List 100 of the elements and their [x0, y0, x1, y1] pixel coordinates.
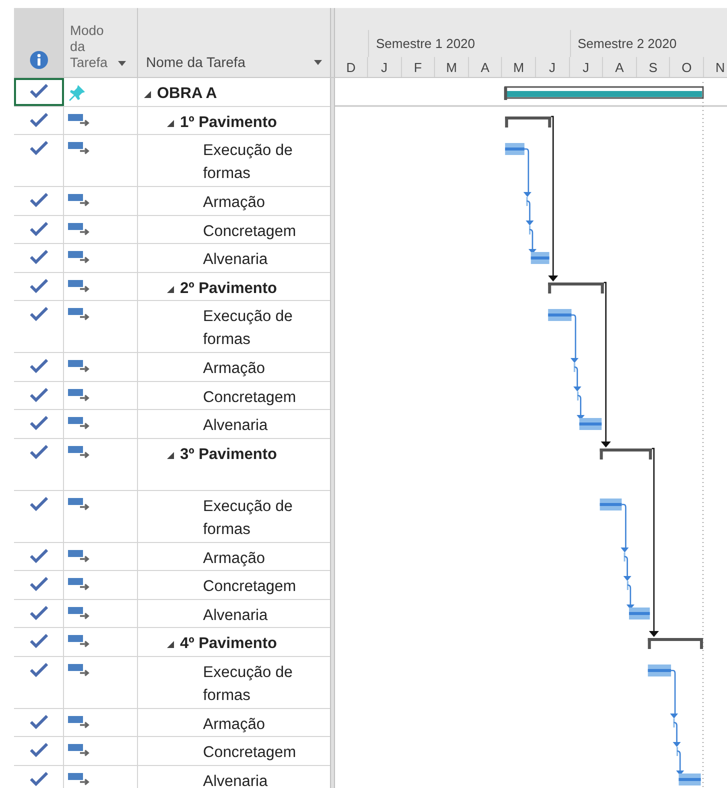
month-label: J	[582, 60, 590, 74]
task-name: Concretagem	[203, 577, 296, 597]
info-icon	[30, 51, 48, 69]
checkmark-icon	[30, 548, 48, 562]
task-name: 3º Pavimento	[180, 444, 277, 464]
month-label: F	[414, 60, 422, 74]
auto-schedule-icon	[68, 112, 90, 126]
checkmark-icon	[30, 307, 48, 321]
task-name: Armação	[203, 548, 266, 568]
task-name: Alvenaria	[203, 250, 268, 270]
auto-schedule-icon	[68, 444, 90, 458]
summary-bracket	[600, 448, 652, 460]
task-name: 1º Pavimento	[180, 112, 277, 132]
dependency-arrow	[672, 722, 681, 747]
checkmark-icon	[30, 141, 48, 155]
task-bar	[530, 252, 550, 264]
collapse-triangle-icon[interactable]	[167, 286, 174, 292]
month-label: D	[346, 60, 356, 74]
collapse-triangle-icon[interactable]	[167, 452, 174, 458]
task-name: Concretagem	[203, 743, 296, 763]
task-name: Concretagem	[203, 222, 296, 242]
dependency-arrow	[576, 394, 585, 420]
month-label: J	[549, 60, 556, 74]
checkmark-icon	[30, 84, 48, 98]
task-name: Execução de formas	[203, 662, 294, 706]
column-header[interactable]: Modo da Tarefa	[64, 8, 138, 77]
task-name: 2º Pavimento	[180, 278, 277, 298]
task-bar	[678, 774, 701, 786]
auto-schedule-icon	[68, 222, 90, 236]
checkmark-icon	[30, 577, 48, 591]
auto-schedule-icon	[68, 278, 90, 292]
checkmark-icon	[30, 634, 48, 648]
auto-schedule-icon	[68, 634, 90, 648]
checkmark-icon	[30, 606, 48, 620]
dropdown-caret-icon[interactable]	[118, 61, 126, 66]
month-label: S	[648, 60, 658, 74]
auto-schedule-icon	[68, 359, 90, 373]
auto-schedule-icon	[68, 662, 90, 676]
summary-bracket	[505, 116, 552, 128]
task-bar	[600, 498, 622, 510]
dropdown-caret-icon[interactable]	[314, 60, 322, 65]
semester-label: Semestre 2 2020	[578, 36, 677, 51]
semester-label: Semestre 1 2020	[376, 36, 476, 51]
collapse-triangle-icon[interactable]	[144, 91, 151, 98]
auto-schedule-icon	[68, 141, 90, 155]
month-label: M	[446, 60, 457, 74]
column-header[interactable]	[14, 8, 64, 77]
month-label: A	[615, 60, 624, 74]
task-name: 4º Pavimento	[180, 634, 277, 654]
auto-schedule-icon	[68, 714, 90, 728]
checkmark-icon	[30, 662, 48, 676]
summary-bracket	[548, 282, 604, 294]
checkmark-icon	[30, 772, 48, 786]
task-bar	[629, 608, 650, 620]
checkmark-icon	[30, 222, 48, 236]
dependency-arrow	[573, 366, 582, 392]
task-name: Armação	[203, 193, 266, 213]
auto-schedule-icon	[68, 193, 90, 207]
auto-schedule-icon	[68, 388, 90, 402]
checkmark-icon	[30, 388, 48, 402]
auto-schedule-icon	[68, 577, 90, 591]
auto-schedule-icon	[68, 250, 90, 264]
auto-schedule-icon	[68, 307, 90, 321]
collapse-triangle-icon[interactable]	[167, 120, 174, 126]
task-name: Armação	[203, 714, 266, 734]
checkmark-icon	[30, 278, 48, 292]
checkmark-icon	[30, 743, 48, 757]
auto-schedule-icon	[68, 416, 90, 430]
checkmark-icon	[30, 416, 48, 430]
task-name: Alvenaria	[203, 416, 268, 436]
dependency-arrow	[528, 228, 536, 254]
dependency-arrow	[570, 314, 579, 363]
task-name: Execução de formas	[203, 307, 294, 350]
task-bar	[579, 418, 602, 430]
indicator-cell[interactable]	[14, 78, 64, 106]
checkmark-icon	[30, 112, 48, 126]
dependency-arrow	[526, 200, 534, 226]
auto-schedule-icon	[68, 548, 90, 562]
month-label: O	[682, 60, 692, 74]
task-bar	[505, 143, 524, 155]
dependency-arrow	[670, 670, 678, 718]
column-header[interactable]: Nome da Tarefa	[138, 8, 330, 77]
task-name: Armação	[203, 359, 266, 379]
column-label: Nome da Tarefa	[146, 54, 246, 70]
collapse-triangle-icon[interactable]	[167, 641, 174, 648]
auto-schedule-icon	[68, 606, 90, 620]
auto-schedule-icon	[68, 772, 90, 786]
auto-schedule-icon	[68, 496, 90, 510]
month-label: A	[480, 60, 490, 74]
dependency-arrow	[620, 504, 629, 552]
dependency-arrow	[623, 556, 632, 581]
task-name: Concretagem	[203, 388, 296, 408]
dependency-arrow	[523, 148, 532, 197]
task-name: Alvenaria	[203, 606, 268, 626]
summary-bracket	[648, 638, 703, 649]
checkmark-icon	[30, 193, 48, 207]
dependency-arrow	[676, 750, 684, 776]
dependency-arrow	[626, 584, 634, 610]
column-label: Modo da Tarefa	[70, 23, 109, 71]
checkmark-icon	[30, 444, 48, 458]
